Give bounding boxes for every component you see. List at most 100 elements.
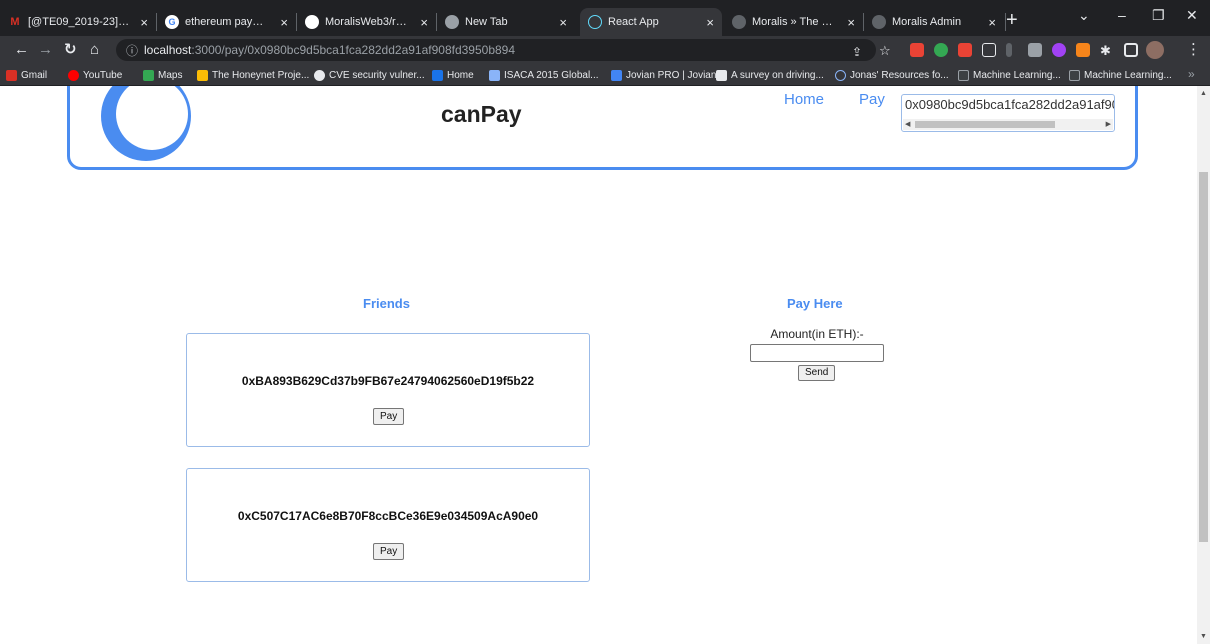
home-bookmark-icon bbox=[432, 69, 443, 81]
home-icon[interactable]: ⌂ bbox=[90, 40, 99, 60]
tab-new-tab[interactable]: New Tab × bbox=[437, 8, 575, 36]
bookmark-honeynet[interactable]: The Honeynet Proje... bbox=[197, 68, 309, 82]
address-bar[interactable]: ⓘ localhost:3000/pay/0x0980bc9d5bca1fca2… bbox=[116, 39, 876, 61]
extension-icon[interactable] bbox=[1006, 43, 1012, 57]
pay-here-title: Pay Here bbox=[787, 296, 843, 311]
menu-icon[interactable]: ⋮ bbox=[1186, 40, 1201, 60]
close-icon[interactable]: × bbox=[559, 15, 567, 30]
amount-input[interactable] bbox=[750, 344, 884, 362]
info-icon[interactable]: ⓘ bbox=[126, 42, 138, 59]
minimize-icon[interactable]: – bbox=[1118, 7, 1126, 23]
bookmark-ml-1[interactable]: Machine Learning... bbox=[958, 68, 1061, 82]
bookmark-isaca[interactable]: ISACA 2015 Global... bbox=[489, 68, 599, 82]
new-tab-button[interactable]: + bbox=[1006, 8, 1018, 32]
tab-react-app[interactable]: React App × bbox=[580, 8, 722, 36]
ml-icon bbox=[1069, 69, 1080, 81]
close-icon[interactable]: × bbox=[420, 15, 428, 30]
ml-icon bbox=[958, 69, 969, 81]
tab-title: Moralis » The Ultimat bbox=[752, 16, 838, 28]
tab-github[interactable]: MoralisWeb3/react-m × bbox=[297, 8, 436, 36]
bookmark-gmail[interactable]: Gmail bbox=[6, 68, 47, 82]
url-path: :3000/pay/0x0980bc9d5bca1fca282dd2a91af9… bbox=[191, 43, 516, 57]
account-address-box[interactable]: 0x0980bc9d5bca1fca282dd2a91af908 ◀ ▶ bbox=[901, 94, 1115, 132]
close-icon[interactable]: × bbox=[988, 15, 996, 30]
extension-icon[interactable] bbox=[982, 43, 996, 57]
pay-friend-button[interactable]: Pay bbox=[373, 408, 405, 425]
jovian-icon bbox=[611, 69, 622, 81]
bookmark-jonas[interactable]: Jonas' Resources fo... bbox=[835, 68, 949, 82]
heart-icon bbox=[835, 69, 846, 81]
sidepanel-icon[interactable] bbox=[1124, 43, 1138, 57]
puzzle-icon[interactable]: ✱ bbox=[1100, 41, 1111, 61]
chevron-down-icon[interactable]: ⌄ bbox=[1078, 7, 1090, 24]
chevron-right-icon[interactable]: » bbox=[1188, 67, 1195, 81]
send-button[interactable]: Send bbox=[798, 365, 836, 381]
tab-gmail[interactable]: M [@TE09_2019-23] Fwd × bbox=[0, 8, 156, 36]
star-icon[interactable]: ☆ bbox=[879, 41, 891, 61]
scroll-right-icon[interactable]: ▶ bbox=[1106, 119, 1111, 130]
maps-icon bbox=[143, 69, 154, 81]
chrome-icon bbox=[445, 15, 459, 29]
close-icon[interactable]: × bbox=[280, 15, 288, 30]
close-icon[interactable]: × bbox=[140, 15, 148, 30]
tab-moralis[interactable]: Moralis » The Ultimat × bbox=[724, 8, 863, 36]
scrollbar-thumb[interactable] bbox=[915, 121, 1055, 128]
browser-toolbar: ← → ↻ ⌂ ⓘ localhost:3000/pay/0x0980bc9d5… bbox=[0, 36, 1210, 64]
bookmark-survey[interactable]: A survey on driving... bbox=[716, 68, 824, 82]
nav-home-link[interactable]: Home bbox=[784, 91, 824, 108]
tab-title: New Tab bbox=[465, 16, 508, 28]
bookmark-jovian[interactable]: Jovian PRO | Jovian bbox=[611, 68, 716, 82]
back-icon[interactable]: ← bbox=[14, 40, 29, 60]
share-icon[interactable]: ⇪ bbox=[852, 42, 862, 62]
browser-tab-strip: M [@TE09_2019-23] Fwd × G ethereum payme… bbox=[0, 0, 1210, 36]
bookmark-home[interactable]: Home bbox=[432, 68, 474, 82]
honeynet-icon bbox=[197, 69, 208, 81]
pay-friend-button[interactable]: Pay bbox=[373, 543, 405, 560]
canpay-logo-icon bbox=[101, 86, 191, 161]
horizontal-scrollbar[interactable]: ◀ ▶ bbox=[903, 119, 1113, 130]
nav-pay-link[interactable]: Pay bbox=[859, 91, 885, 108]
app-header: canPay Home Pay 0x0980bc9d5bca1fca282dd2… bbox=[67, 86, 1138, 170]
extension-icon[interactable] bbox=[1052, 43, 1066, 57]
gmail-icon: M bbox=[10, 16, 20, 28]
scrollbar-thumb[interactable] bbox=[1199, 172, 1208, 542]
url-host: localhost bbox=[144, 43, 192, 57]
bookmark-ml-2[interactable]: Machine Learning... bbox=[1069, 68, 1172, 82]
grammarly-icon[interactable] bbox=[934, 43, 948, 57]
tab-google-search[interactable]: G ethereum payment da × bbox=[157, 8, 296, 36]
github-icon bbox=[305, 15, 319, 29]
account-address: 0x0980bc9d5bca1fca282dd2a91af908 bbox=[905, 97, 1115, 112]
reload-icon[interactable]: ↻ bbox=[64, 40, 77, 60]
moralis-icon bbox=[732, 15, 746, 29]
metamask-icon[interactable] bbox=[1076, 43, 1090, 57]
forward-icon[interactable]: → bbox=[38, 40, 53, 60]
react-icon bbox=[588, 15, 602, 29]
document-icon bbox=[716, 69, 727, 81]
globe-icon bbox=[314, 69, 325, 81]
bookmark-cve[interactable]: CVE security vulner... bbox=[314, 68, 425, 82]
scroll-down-icon[interactable]: ▼ bbox=[1200, 633, 1207, 640]
gmail-icon bbox=[6, 69, 17, 81]
friend-card: 0xC507C17AC6e8B70F8ccBCe36E9e034509AcA90… bbox=[186, 468, 590, 582]
bookmark-youtube[interactable]: YouTube bbox=[68, 68, 122, 82]
close-window-icon[interactable]: ✕ bbox=[1186, 7, 1198, 24]
scroll-left-icon[interactable]: ◀ bbox=[905, 119, 910, 130]
scroll-up-icon[interactable]: ▲ bbox=[1200, 90, 1207, 97]
close-icon[interactable]: × bbox=[706, 15, 714, 30]
tab-title: ethereum payment da bbox=[185, 16, 270, 28]
extension-icon[interactable] bbox=[958, 43, 972, 57]
close-icon[interactable]: × bbox=[847, 15, 855, 30]
vertical-scrollbar[interactable]: ▲ ▼ bbox=[1197, 86, 1210, 644]
tab-title: MoralisWeb3/react-m bbox=[325, 16, 410, 28]
bookmark-maps[interactable]: Maps bbox=[143, 68, 182, 82]
extension-icon[interactable] bbox=[910, 43, 924, 57]
friend-address: 0xBA893B629Cd37b9FB67e24794062560eD19f5b… bbox=[241, 374, 535, 388]
page-viewport: canPay Home Pay 0x0980bc9d5bca1fca282dd2… bbox=[0, 86, 1197, 644]
tab-moralis-admin[interactable]: Moralis Admin × bbox=[864, 8, 1004, 36]
isaca-icon bbox=[489, 69, 500, 81]
tab-title: React App bbox=[608, 16, 659, 28]
tab-title: Moralis Admin bbox=[892, 16, 962, 28]
extension-icon[interactable] bbox=[1028, 43, 1042, 57]
avatar[interactable] bbox=[1146, 41, 1164, 59]
restore-icon[interactable]: ❐ bbox=[1152, 7, 1165, 24]
